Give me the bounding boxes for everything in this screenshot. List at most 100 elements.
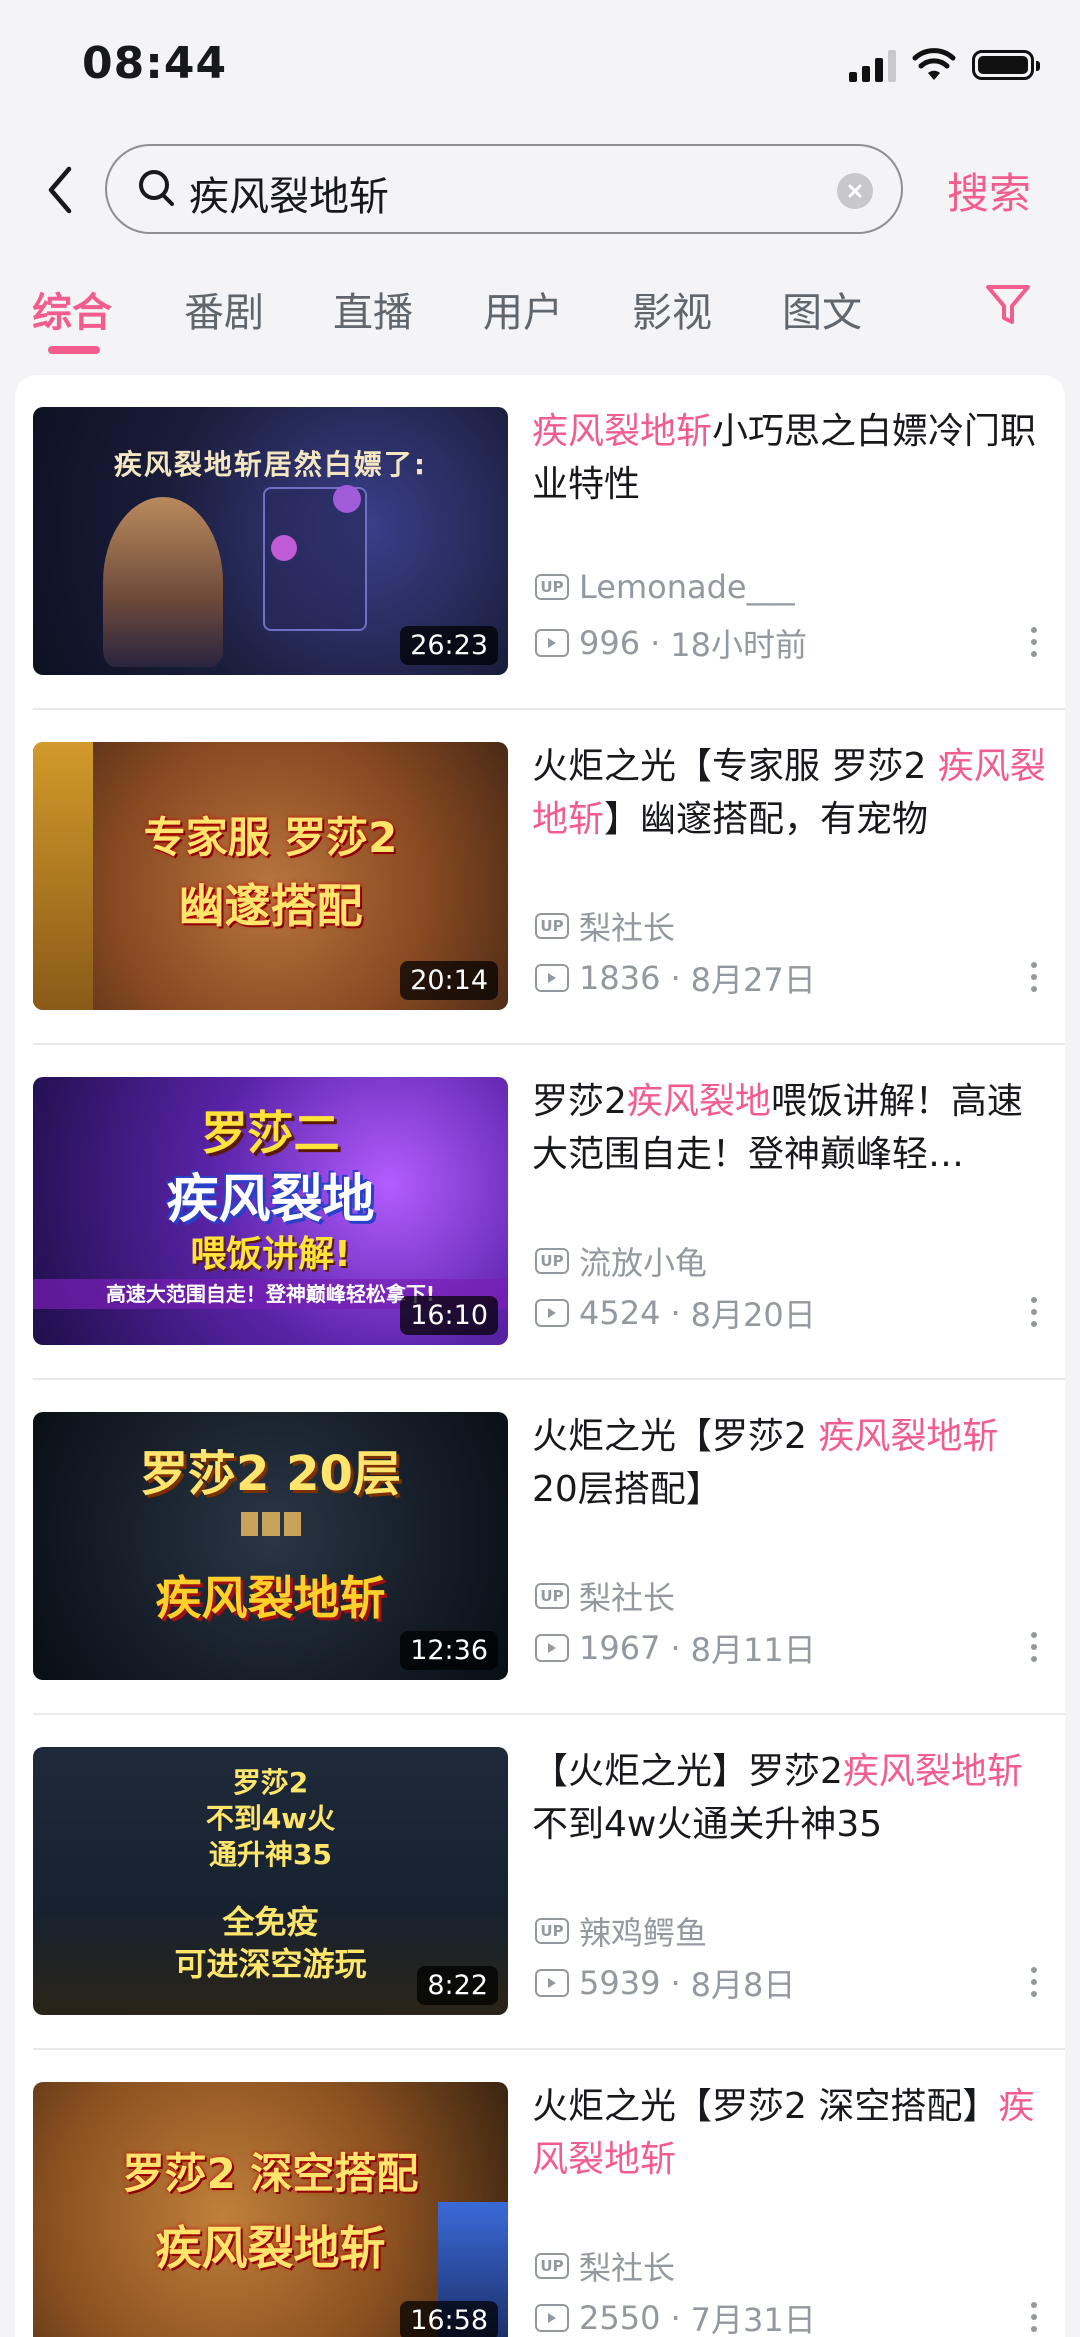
search-query[interactable]: 疾风裂地斩 xyxy=(189,164,389,222)
publish-date: 8月20日 xyxy=(690,1296,816,1334)
tab-users[interactable]: 用户 xyxy=(483,280,563,338)
list-item[interactable]: 罗莎2 20层 疾风裂地斩 12:36 火炬之光【罗莎2 疾风裂地斩 20层搭配… xyxy=(15,1380,1065,1715)
view-count: 1967 xyxy=(579,1629,661,1667)
up-icon: UP xyxy=(535,1918,569,1944)
video-title[interactable]: 火炬之光【专家服 罗莎2 疾风裂地斩】幽邃搭配，有宠物 xyxy=(532,740,1052,846)
view-count: 996 xyxy=(579,624,641,662)
video-title[interactable]: 疾风裂地斩小巧思之白嫖冷门职业特性 xyxy=(532,405,1052,511)
search-results-list: 疾风裂地斩居然白嫖了: 26:23 疾风裂地斩小巧思之白嫖冷门职业特性 UP L… xyxy=(15,375,1065,2337)
video-duration: 26:23 xyxy=(400,626,498,665)
uploader-name: 辣鸡鳄鱼 xyxy=(579,1914,708,1952)
list-item[interactable]: 罗莎二 疾风裂地 喂饭讲解! 高速大范围自走！登神巅峰轻松拿下! 16:10 罗… xyxy=(15,1045,1065,1380)
dot-separator: · xyxy=(670,1964,681,2002)
category-tabs: 综合 番剧 直播 用户 影视 图文 xyxy=(0,270,1080,360)
thumbnail-caption: 疾风裂地斩居然白嫖了: xyxy=(113,448,428,481)
thumbnail-caption: 疾风裂地斩 xyxy=(155,2221,386,2275)
filter-icon[interactable] xyxy=(984,282,1032,328)
stats-row: 2550 · 7月31日 xyxy=(535,2295,816,2337)
uploader-row[interactable]: UP 梨社长 xyxy=(535,1573,675,1619)
video-thumbnail[interactable]: 罗莎2 20层 疾风裂地斩 12:36 xyxy=(33,1412,508,1680)
video-title[interactable]: 【火炬之光】罗莎2疾风裂地斩不到4w火通关升神35 xyxy=(532,1745,1052,1851)
thumbnail-caption: 罗莎2 xyxy=(232,1766,309,1799)
uploader-row[interactable]: UP 辣鸡鳄鱼 xyxy=(535,1908,707,1954)
more-options-icon[interactable] xyxy=(1029,627,1039,657)
search-header: 疾风裂地斩 搜索 xyxy=(0,140,1080,240)
tab-live[interactable]: 直播 xyxy=(333,280,413,338)
play-count-icon xyxy=(535,1634,569,1662)
dot-separator: · xyxy=(650,624,661,662)
tab-bangumi[interactable]: 番剧 xyxy=(184,280,264,338)
dot-separator: · xyxy=(670,2299,681,2337)
search-icon xyxy=(139,170,174,206)
dot-separator: · xyxy=(670,959,681,997)
uploader-name: 梨社长 xyxy=(579,909,676,947)
character-art xyxy=(103,497,223,667)
video-thumbnail[interactable]: 疾风裂地斩居然白嫖了: 26:23 xyxy=(33,407,508,675)
view-count: 2550 xyxy=(579,2299,661,2337)
video-thumbnail[interactable]: 专家服 罗莎2 幽邃搭配 20:14 xyxy=(33,742,508,1010)
thumbnail-caption: 不到4w火 xyxy=(205,1802,336,1835)
tab-movies[interactable]: 影视 xyxy=(632,280,712,338)
publish-date: 18小时前 xyxy=(670,626,807,664)
uploader-name: 梨社长 xyxy=(579,1579,676,1617)
video-thumbnail[interactable]: 罗莎二 疾风裂地 喂饭讲解! 高速大范围自走！登神巅峰轻松拿下! 16:10 xyxy=(33,1077,508,1345)
video-thumbnail[interactable]: 罗莎2 不到4w火 通升神35 全免疫 可进深空游玩 8:22 xyxy=(33,1747,508,2015)
uploader-name: 流放小龟 xyxy=(579,1244,708,1282)
up-icon: UP xyxy=(535,1248,569,1274)
stats-row: 996 · 18小时前 xyxy=(535,620,807,666)
thumbnail-caption: 疾风裂地斩 xyxy=(155,1571,386,1625)
dot-separator: · xyxy=(670,1294,681,1332)
active-tab-indicator xyxy=(48,346,100,354)
publish-date: 8月11日 xyxy=(690,1631,816,1669)
video-duration: 20:14 xyxy=(400,961,498,1000)
stats-row: 1836 · 8月27日 xyxy=(535,955,816,1001)
up-icon: UP xyxy=(535,574,569,600)
uploader-name: 梨社长 xyxy=(579,2249,676,2287)
thumbnail-caption: 通升神35 xyxy=(209,1838,332,1871)
list-item[interactable]: 罗莎2 不到4w火 通升神35 全免疫 可进深空游玩 8:22 【火炬之光】罗莎… xyxy=(15,1715,1065,2050)
more-options-icon[interactable] xyxy=(1029,1967,1039,1997)
publish-date: 8月27日 xyxy=(690,961,816,999)
search-input[interactable]: 疾风裂地斩 xyxy=(105,144,903,234)
video-duration: 16:58 xyxy=(400,2301,498,2337)
list-item[interactable]: 疾风裂地斩居然白嫖了: 26:23 疾风裂地斩小巧思之白嫖冷门职业特性 UP L… xyxy=(15,375,1065,710)
thumbnail-caption: 喂饭讲解! xyxy=(190,1234,351,1275)
uploader-row[interactable]: UP 梨社长 xyxy=(535,903,675,949)
status-icons xyxy=(849,48,1040,82)
uploader-row[interactable]: UP Lemonade___ xyxy=(535,568,795,606)
play-count-icon xyxy=(535,1299,569,1327)
uploader-row[interactable]: UP 梨社长 xyxy=(535,2243,675,2289)
stats-row: 5939 · 8月8日 xyxy=(535,1960,795,2006)
thumbnail-caption: 全免疫 xyxy=(222,1903,319,1941)
view-count: 1836 xyxy=(579,959,661,997)
video-title[interactable]: 罗莎2疾风裂地喂饭讲解！高速大范围自走！登神巅峰轻… xyxy=(532,1075,1052,1181)
tab-articles[interactable]: 图文 xyxy=(782,280,862,338)
publish-date: 8月8日 xyxy=(690,1966,796,2004)
video-duration: 16:10 xyxy=(400,1296,498,1335)
video-duration: 12:36 xyxy=(400,1631,498,1670)
clear-icon[interactable] xyxy=(837,173,873,209)
status-bar: 08:44 xyxy=(0,0,1080,130)
view-count: 4524 xyxy=(579,1294,661,1332)
up-icon: UP xyxy=(535,2253,569,2279)
back-button[interactable] xyxy=(30,160,90,220)
more-options-icon[interactable] xyxy=(1029,1297,1039,1327)
video-thumbnail[interactable]: 罗莎2 深空搭配 疾风裂地斩 16:58 xyxy=(33,2082,508,2337)
more-options-icon[interactable] xyxy=(1029,962,1039,992)
list-item[interactable]: 专家服 罗莎2 幽邃搭配 20:14 火炬之光【专家服 罗莎2 疾风裂地斩】幽邃… xyxy=(15,710,1065,1045)
thumbnail-caption: 幽邃搭配 xyxy=(178,879,363,933)
thumbnail-caption: 罗莎2 深空搭配 xyxy=(122,2149,419,2198)
dot-separator: · xyxy=(670,1629,681,1667)
play-count-icon xyxy=(535,629,569,657)
uploader-row[interactable]: UP 流放小龟 xyxy=(535,1238,707,1284)
video-title[interactable]: 火炬之光【罗莎2 深空搭配】疾风裂地斩 xyxy=(532,2080,1052,2186)
status-time: 08:44 xyxy=(82,38,228,89)
more-options-icon[interactable] xyxy=(1029,1632,1039,1662)
list-item[interactable]: 罗莎2 深空搭配 疾风裂地斩 16:58 火炬之光【罗莎2 深空搭配】疾风裂地斩… xyxy=(15,2050,1065,2337)
video-title[interactable]: 火炬之光【罗莎2 疾风裂地斩 20层搭配】 xyxy=(532,1410,1052,1516)
tab-all[interactable]: 综合 xyxy=(32,280,112,338)
video-duration: 8:22 xyxy=(417,1966,498,2005)
thumbnail-caption: 罗莎2 20层 xyxy=(140,1446,401,1502)
search-button[interactable]: 搜索 xyxy=(947,160,1031,221)
more-options-icon[interactable] xyxy=(1029,2302,1039,2332)
